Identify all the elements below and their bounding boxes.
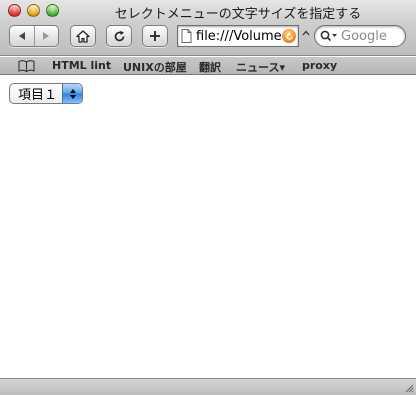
back-button[interactable] — [10, 26, 34, 46]
select-value: 項目１ — [18, 88, 58, 103]
window-title: セレクトメニューの文字サイズを指定する — [114, 7, 362, 22]
resize-grip-icon[interactable] — [403, 382, 414, 393]
select-arrows — [62, 84, 82, 103]
toolbar: file:///Volume Google — [0, 24, 416, 52]
address-text[interactable]: file:///Volume — [196, 29, 282, 44]
close-window-button[interactable] — [8, 4, 21, 17]
item-select[interactable]: 項目１ — [9, 83, 83, 104]
bookmark-translate[interactable]: 翻訳 — [199, 59, 221, 75]
bookmarks-bar: HTML lint UNIXの部屋 翻訳 ニュース▾ proxy — [0, 57, 416, 75]
add-bookmark-button[interactable] — [142, 25, 168, 47]
search-placeholder: Google — [341, 28, 387, 44]
back-forward-buttons — [9, 25, 59, 47]
reload-button[interactable] — [106, 25, 132, 47]
home-button[interactable] — [70, 25, 96, 47]
search-field[interactable]: Google — [314, 25, 406, 47]
address-field[interactable]: file:///Volume — [177, 25, 299, 47]
snapback-icon — [285, 31, 293, 40]
up-arrow-icon — [69, 88, 76, 93]
down-arrow-icon — [69, 94, 76, 99]
window-chrome: セレクトメニューの文字サイズを指定する file:///Volume Googl… — [0, 0, 416, 56]
address-history-caret-icon[interactable] — [302, 30, 310, 38]
forward-button[interactable] — [33, 26, 59, 46]
bookmark-html-lint[interactable]: HTML lint — [52, 59, 111, 72]
back-arrow-icon — [18, 32, 25, 40]
add-bookmark-icon — [150, 31, 160, 41]
bookmark-proxy[interactable]: proxy — [302, 59, 337, 72]
minimize-window-button[interactable] — [27, 4, 40, 17]
bookmarks-book-icon[interactable] — [18, 60, 35, 72]
reload-icon — [114, 30, 124, 41]
snapback-button[interactable] — [282, 29, 296, 43]
traffic-lights — [8, 4, 59, 17]
search-icon — [320, 30, 337, 42]
zoom-window-button[interactable] — [46, 4, 59, 17]
bookmark-unix-room[interactable]: UNIXの部屋 — [123, 59, 187, 75]
browser-window: セレクトメニューの文字サイズを指定する file:///Volume Googl… — [0, 0, 416, 395]
document-icon — [181, 29, 192, 43]
status-bar — [0, 378, 416, 395]
forward-arrow-icon — [43, 32, 50, 40]
page-content: 項目１ — [0, 76, 416, 378]
bookmark-news-menu[interactable]: ニュース▾ — [236, 59, 285, 75]
home-icon — [76, 29, 90, 43]
